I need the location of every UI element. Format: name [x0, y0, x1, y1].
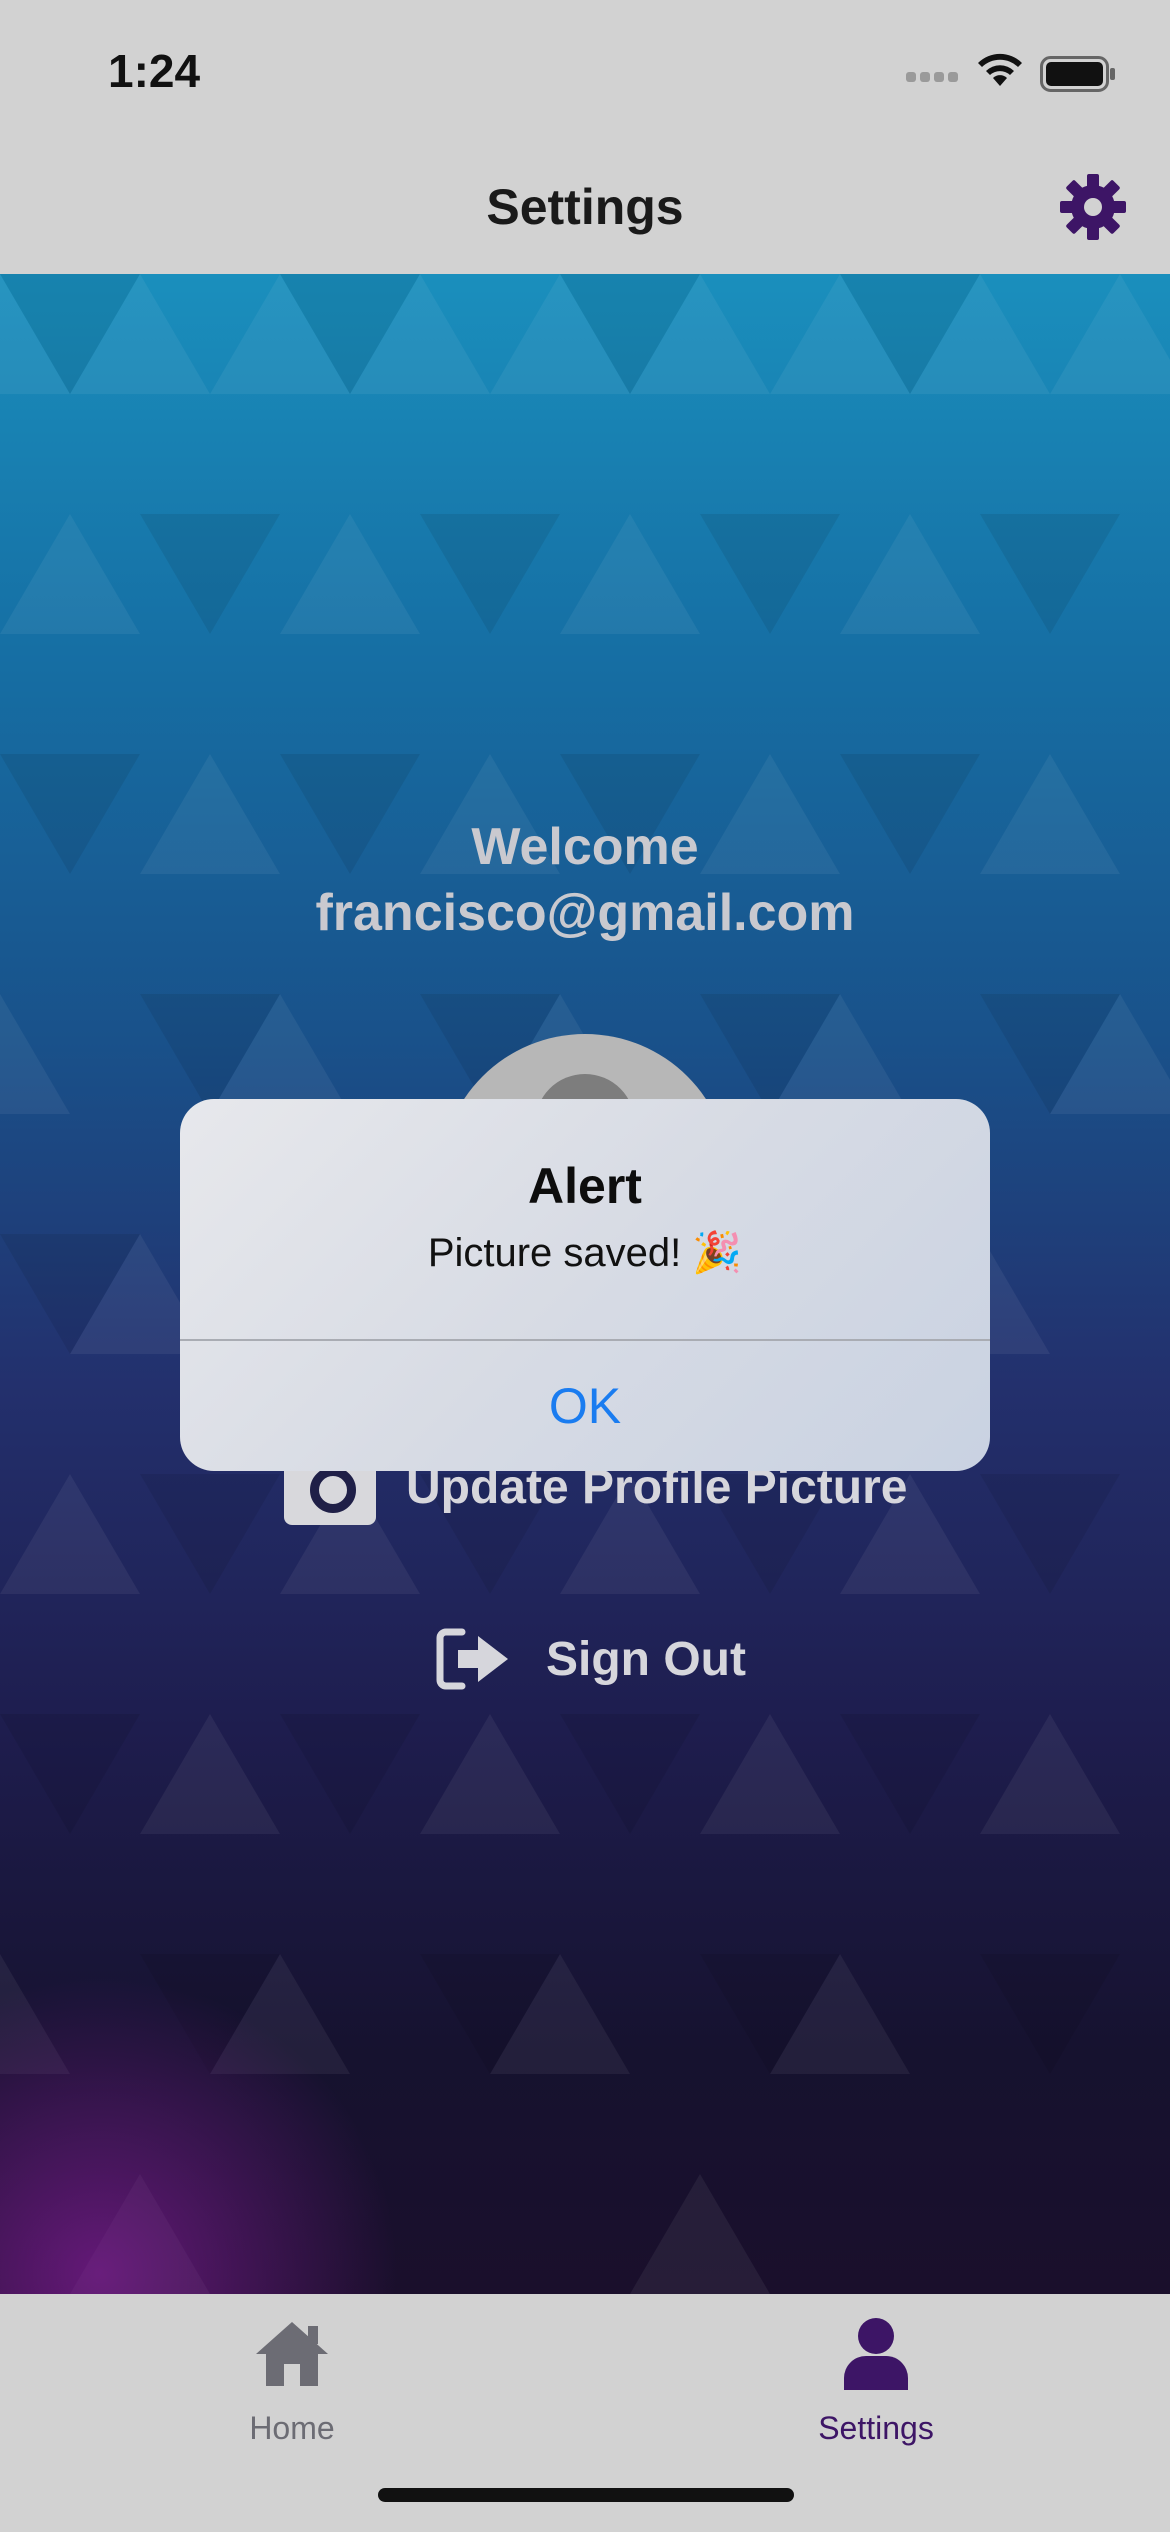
welcome-label: Welcome — [471, 818, 699, 876]
battery-icon — [1040, 56, 1115, 92]
home-indicator[interactable] — [378, 2488, 794, 2502]
tab-home-label: Home — [249, 2410, 335, 2446]
alert-ok-button[interactable]: OK — [180, 1341, 990, 1471]
tab-settings-label: Settings — [818, 2410, 934, 2446]
alert-title: Alert — [528, 1158, 642, 1214]
user-email: francisco@gmail.com — [315, 884, 855, 942]
status-bar: 1:24 — [0, 0, 1170, 140]
wifi-icon — [978, 53, 1022, 86]
gear-icon[interactable] — [1058, 172, 1128, 242]
status-time: 1:24 — [108, 45, 201, 97]
tab-settings[interactable]: Settings — [726, 2314, 1026, 2447]
alert-message: Picture saved! 🎉 — [427, 1231, 743, 1275]
person-icon — [844, 2318, 908, 2390]
navigation-bar: Settings — [0, 140, 1170, 274]
tab-home[interactable]: Home — [142, 2314, 442, 2447]
home-icon — [256, 2322, 328, 2386]
sign-out-label: Sign Out — [546, 1632, 746, 1686]
sign-out-button[interactable]: Sign Out — [436, 1614, 746, 1704]
alert-dialog: Alert Picture saved! 🎉 OK — [180, 1099, 990, 1471]
welcome-text: Welcome francisco@gmail.com — [0, 814, 1170, 946]
sign-out-icon — [436, 1628, 508, 1690]
page-title: Settings — [486, 179, 684, 235]
cellular-signal-icon — [906, 72, 958, 82]
